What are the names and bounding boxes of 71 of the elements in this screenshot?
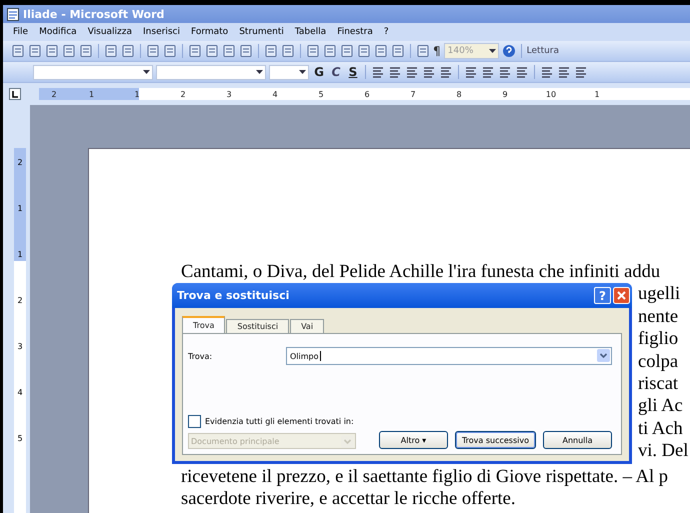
ruler-number: 1 xyxy=(88,90,96,98)
document-icon xyxy=(7,8,19,20)
menu-item[interactable]: Modifica xyxy=(39,27,77,37)
caret-icon xyxy=(486,49,498,53)
align-left-icon[interactable] xyxy=(371,65,385,79)
tab[interactable]: Trova xyxy=(182,316,226,333)
ruler-number: 5 xyxy=(317,90,325,98)
find-label: Trova: xyxy=(188,352,214,360)
ruler-number: 6 xyxy=(363,90,371,98)
menu-item[interactable]: Inserisci xyxy=(143,27,180,37)
ruler-number: 2 xyxy=(17,158,23,167)
document-text: riscat xyxy=(638,374,678,394)
caret-icon xyxy=(254,70,265,74)
ruler-number: 4 xyxy=(271,90,279,98)
document-text: figlio xyxy=(638,329,678,350)
menu-item[interactable]: File xyxy=(13,27,28,37)
ruler-number: 2 xyxy=(17,296,23,305)
tab-selector-button[interactable] xyxy=(9,88,21,100)
document-text: ricevetene il prezzo, e il saettante figlio di Giove rispettate. – Al p xyxy=(181,466,668,487)
document-text: ugelli xyxy=(638,284,680,304)
dialog-button[interactable]: Trova successivo xyxy=(454,431,536,449)
tab[interactable]: Sostituisci xyxy=(226,319,290,333)
horizontal-ruler[interactable]: 2 1 1 2 3 4 5 6 7 8 9 10 1 xyxy=(39,88,690,100)
ruler-number: 4 xyxy=(17,388,23,397)
checkbox[interactable] xyxy=(188,415,201,428)
help-button[interactable]: ? xyxy=(594,287,611,304)
ruler-number: 1 xyxy=(17,250,23,259)
new-document-icon[interactable] xyxy=(11,44,25,58)
ruler-number: 1 xyxy=(17,204,23,213)
dialog-button[interactable]: Annulla xyxy=(543,431,612,449)
menu-item[interactable]: Formato xyxy=(190,27,228,37)
ruler-number: 9 xyxy=(501,90,509,98)
caret-icon xyxy=(297,70,308,74)
document-text: vi. Del xyxy=(638,441,688,462)
dialog-title: Trova e sostituisci xyxy=(177,289,290,302)
menu-item[interactable]: Strumenti xyxy=(239,27,284,37)
show-formatting-button[interactable]: ¶ xyxy=(433,44,441,58)
document-text: gli Ac xyxy=(638,396,683,416)
vertical-ruler[interactable]: 2 1 1 2 3 4 5 xyxy=(14,148,26,513)
ruler-number: 2 xyxy=(50,90,58,98)
caret-icon xyxy=(141,70,152,74)
dialog-button[interactable]: Altro ▾ xyxy=(378,431,448,449)
ruler-number: 3 xyxy=(17,342,23,351)
document-text: Cantami, o Diva, del Pelide Achille l'ira funesta che infiniti addu xyxy=(181,262,660,282)
bold-button[interactable]: G xyxy=(312,65,326,79)
italic-button[interactable]: C xyxy=(329,65,343,79)
document-text: sacerdote riverire, e accettar le ricche offerte. xyxy=(181,488,516,509)
document-text: nente xyxy=(638,306,678,327)
ruler-number: 7 xyxy=(409,90,417,98)
menu-item[interactable]: Finestra xyxy=(337,27,373,37)
ruler-number: 3 xyxy=(225,90,233,98)
tab[interactable]: Vai xyxy=(290,319,324,333)
find-field[interactable]: Olimpo xyxy=(286,347,612,365)
ruler-number: 1 xyxy=(593,90,601,98)
ruler-number: 8 xyxy=(455,90,463,98)
document-text: colpa xyxy=(638,352,678,372)
window-title: Iliade - Microsoft Word xyxy=(23,8,164,20)
document-text: ti Ach xyxy=(638,418,683,439)
close-icon[interactable] xyxy=(613,287,630,304)
menu-item[interactable]: Tabella xyxy=(294,27,326,37)
ruler-number: 10 xyxy=(544,90,558,98)
ruler-number: 5 xyxy=(17,434,23,443)
checkbox-label: Evidenzia tutti gli elementi trovati in: xyxy=(205,417,354,426)
menu-item[interactable]: Visualizza xyxy=(88,27,132,37)
help-icon[interactable] xyxy=(502,44,516,58)
menu-item[interactable]: ? xyxy=(384,27,389,37)
ruler-number: 1 xyxy=(133,90,141,98)
underline-button[interactable]: S xyxy=(346,65,360,79)
reading-button[interactable]: Lettura xyxy=(526,46,560,56)
ruler-number: 2 xyxy=(179,90,187,98)
font-size-dropdown[interactable] xyxy=(269,64,309,80)
